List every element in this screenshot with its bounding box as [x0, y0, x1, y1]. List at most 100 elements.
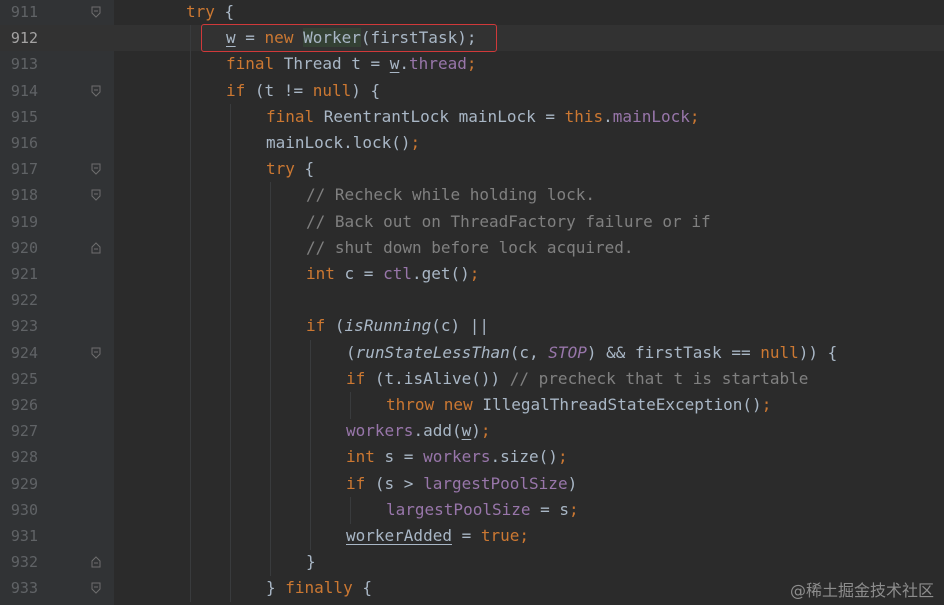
code-line[interactable]: 913 final Thread t = w.thread; [0, 51, 944, 79]
indent-guide [310, 339, 311, 367]
code-text: final Thread t = w.thread; [226, 51, 476, 77]
code-line[interactable]: 931 workerAdded = true; [0, 523, 944, 550]
code-line[interactable]: 918 // Recheck while holding lock. [0, 182, 944, 210]
code-token: ) && firstTask == [586, 342, 761, 362]
code-token: finally [285, 578, 363, 598]
code-line[interactable]: 911 try { [0, 0, 944, 25]
line-number: 928 [10, 448, 38, 467]
code-line[interactable]: 914 if (t != null) { [0, 77, 944, 105]
line-number: 911 [10, 3, 38, 21]
indent-guide [190, 365, 191, 393]
indent-guide [230, 444, 231, 472]
code-line[interactable]: 927 workers.add(w); [0, 418, 944, 446]
line-number: 932 [10, 553, 38, 572]
code-line[interactable]: 923 if (isRunning(c) || [0, 313, 944, 341]
indent-guide [190, 523, 191, 550]
code-token: = [451, 526, 481, 545]
line-number: 930 [10, 500, 38, 519]
code-text: largestPoolSize = s; [386, 497, 579, 523]
code-token: ReentrantLock mainLock = [323, 106, 565, 126]
line-number: 914 [10, 81, 38, 100]
indent-guide [310, 392, 311, 419]
code-line[interactable]: 917 try { [0, 156, 944, 184]
code-token: (t != [254, 80, 313, 100]
code-token: try [186, 2, 215, 21]
fold-expand-icon[interactable] [91, 189, 101, 202]
code-text: workerAdded = true; [346, 523, 529, 549]
code-token: ; [519, 526, 530, 545]
code-text: if (isRunning(c) || [306, 313, 489, 339]
indent-guide [230, 549, 231, 577]
code-text: int c = ctl.get(); [306, 261, 479, 287]
code-line[interactable]: 925 if (t.isAlive()) // precheck that t i… [0, 365, 944, 393]
code-line[interactable]: 920 // shut down before lock acquired. [0, 234, 944, 262]
code-token: { [214, 2, 235, 21]
code-line[interactable]: 921 int c = ctl.get(); [0, 261, 944, 288]
code-token: ctl [383, 264, 412, 283]
code-token: .add( [413, 421, 462, 441]
code-token: true [480, 526, 520, 545]
indent-guide [310, 444, 311, 472]
code-line[interactable]: 928 int s = workers.size(); [0, 444, 944, 472]
fold-expand-icon[interactable] [91, 85, 101, 97]
code-token: workerAdded [346, 526, 452, 545]
code-token: (t.isAlive()) [374, 368, 510, 388]
line-number: 913 [10, 55, 38, 74]
code-token: ; [761, 395, 772, 414]
indent-guide [190, 496, 191, 524]
code-token: ; [466, 54, 477, 74]
fold-expand-icon[interactable] [91, 582, 101, 595]
code-token: thread [409, 54, 467, 74]
code-line[interactable]: 929 if (s > largestPoolSize) [0, 470, 944, 498]
indent-guide [230, 182, 231, 210]
code-token: ; [689, 106, 700, 126]
indent-guide [230, 156, 231, 184]
code-line[interactable]: 926 throw new IllegalThreadStateException… [0, 392, 944, 419]
indent-guide [230, 365, 231, 393]
line-number: 925 [10, 369, 38, 388]
highlight-box [201, 24, 497, 52]
code-line[interactable]: 930 largestPoolSize = s; [0, 496, 944, 524]
indent-guide [270, 549, 271, 577]
fold-expand-icon[interactable] [91, 163, 101, 175]
code-line[interactable]: 915 final ReentrantLock mainLock = this.m… [0, 103, 944, 131]
code-text: if (s > largestPoolSize) [346, 471, 577, 497]
line-number: 924 [10, 343, 38, 362]
indent-guide [230, 496, 231, 524]
indent-guide [230, 575, 231, 603]
code-token: s = [384, 447, 424, 467]
code-text: final ReentrantLock mainLock = this.main… [266, 104, 700, 130]
code-token: throw new [386, 395, 483, 414]
line-number: 918 [10, 186, 38, 205]
code-line[interactable]: 924 (runStateLessThan(c, STOP) && firstTa… [0, 339, 944, 367]
indent-guide [190, 51, 191, 79]
code-token: // shut down before lock acquired. [306, 237, 634, 257]
fold-collapse-icon[interactable] [91, 556, 101, 568]
code-line[interactable]: 916 mainLock.lock(); [0, 130, 944, 157]
code-token: // precheck that t is startable [509, 368, 809, 388]
code-text: mainLock.lock(); [266, 130, 420, 156]
code-line[interactable]: 919 // Back out on ThreadFactory failure … [0, 208, 944, 236]
indent-guide [190, 444, 191, 472]
code-token: ) { [351, 80, 381, 100]
code-line[interactable]: 932} [0, 549, 944, 577]
indent-guide [310, 418, 311, 446]
code-token: // Back out on ThreadFactory failure or … [306, 211, 711, 231]
fold-expand-icon[interactable] [91, 347, 101, 359]
code-text: if (t != null) { [226, 78, 380, 104]
code-editor[interactable]: 911 try {912 w = new Worker(firstTask); 913… [0, 0, 944, 605]
code-token: { [362, 578, 372, 598]
fold-expand-icon[interactable] [91, 6, 101, 18]
code-token: } [306, 552, 316, 572]
indent-guide [310, 365, 311, 393]
line-number: 920 [10, 238, 38, 257]
indent-guide [190, 575, 191, 603]
fold-collapse-icon[interactable] [91, 242, 101, 254]
code-token: STOP [548, 342, 587, 362]
code-token: ; [469, 264, 480, 283]
line-number: 933 [10, 579, 38, 598]
code-token: largestPoolSize [423, 473, 568, 493]
indent-guide [270, 418, 271, 446]
code-line[interactable]: 922 [0, 287, 944, 315]
code-token: if [346, 473, 375, 493]
